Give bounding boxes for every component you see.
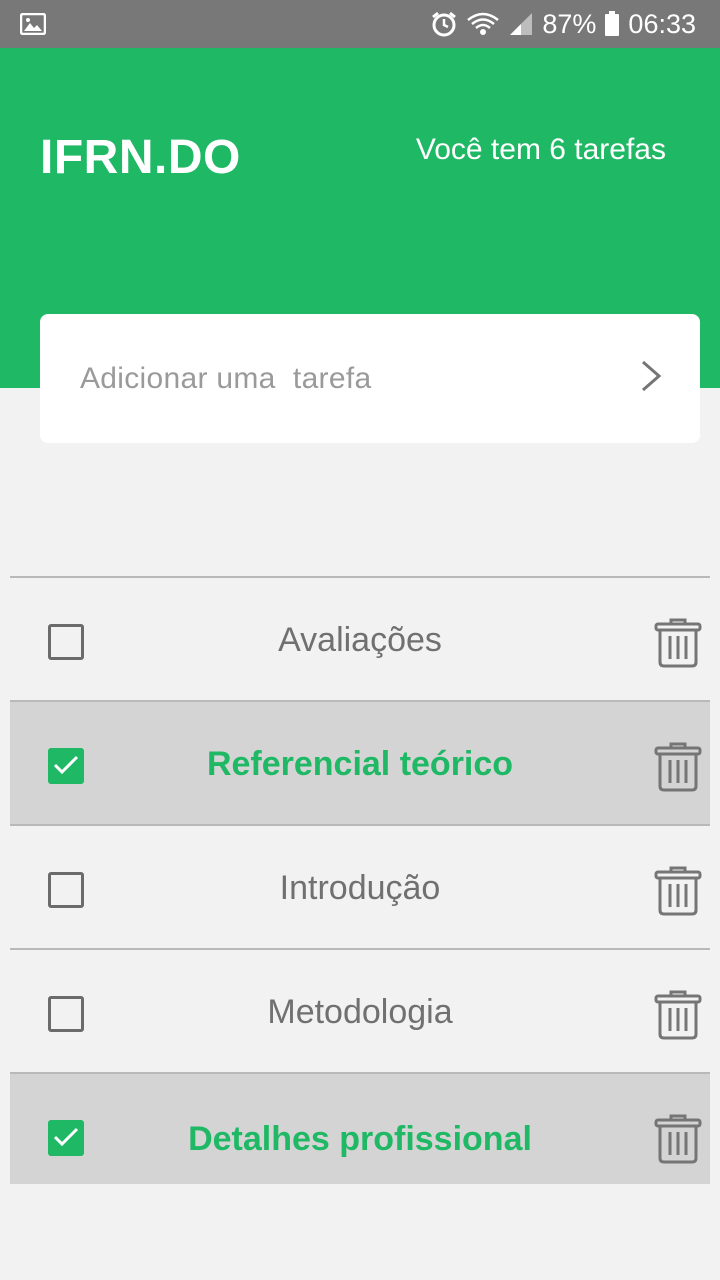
task-row: Metodologia [10, 950, 710, 1074]
task-row: Referencial teórico [10, 702, 710, 826]
battery-icon [604, 11, 620, 37]
task-checkbox[interactable] [48, 1120, 84, 1156]
battery-percent: 87% [542, 8, 597, 39]
task-checkbox[interactable] [48, 748, 84, 784]
task-label: Metodologia [267, 992, 453, 1031]
add-task-input[interactable] [80, 361, 600, 396]
task-label: Introdução [279, 868, 441, 907]
task-row: Detalhes profissional [10, 1074, 710, 1184]
task-row: Introdução [10, 826, 710, 950]
wifi-icon [466, 11, 500, 37]
app-title: IFRN.DO [40, 131, 241, 184]
add-task-button[interactable] [638, 359, 664, 398]
delete-task-button[interactable] [654, 618, 702, 673]
image-icon [20, 13, 46, 35]
task-list: Avaliações Referencial teórico Introduçã… [10, 576, 710, 1184]
delete-task-button[interactable] [654, 742, 702, 797]
clock: 06:33 [628, 8, 696, 39]
delete-task-button[interactable] [654, 1114, 702, 1169]
task-label: Avaliações [278, 620, 442, 659]
chevron-right-icon [638, 359, 664, 398]
trash-icon [654, 866, 702, 920]
task-label: Referencial teórico [206, 744, 514, 783]
signal-icon [508, 11, 534, 37]
task-label: Detalhes profissional [188, 1119, 532, 1158]
status-bar: 87% 06:33 [0, 0, 720, 48]
task-checkbox[interactable] [48, 872, 84, 908]
trash-icon [654, 742, 702, 796]
alarm-icon [430, 10, 458, 38]
trash-icon [654, 990, 702, 1044]
task-row: Avaliações [10, 578, 710, 702]
delete-task-button[interactable] [654, 866, 702, 921]
task-checkbox[interactable] [48, 996, 84, 1032]
trash-icon [654, 1114, 702, 1168]
task-checkbox[interactable] [48, 624, 84, 660]
add-task-card [40, 314, 700, 443]
trash-icon [654, 618, 702, 672]
delete-task-button[interactable] [654, 990, 702, 1045]
task-count: Você tem 6 tarefas [415, 133, 666, 166]
